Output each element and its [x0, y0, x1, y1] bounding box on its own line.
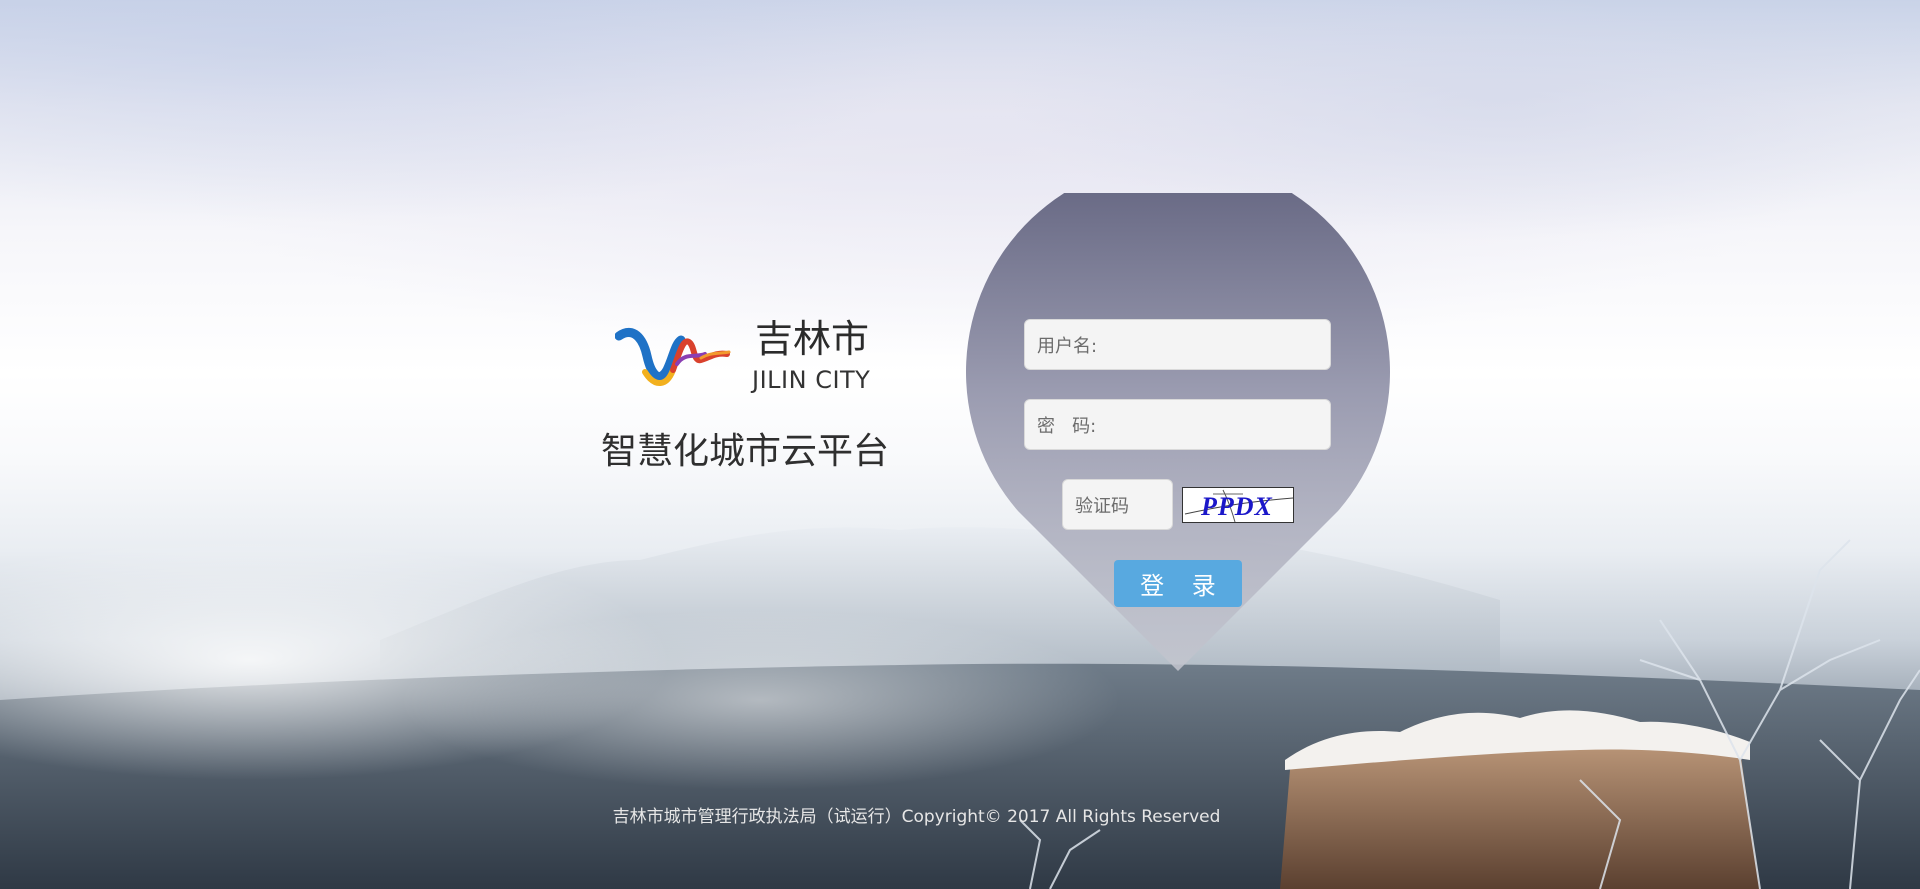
brand-city-name-cn: 吉林市	[755, 317, 870, 361]
username-label: 用户名:	[1037, 335, 1098, 357]
captcha-input[interactable]: 验证码	[1062, 479, 1173, 530]
password-label: 密 码:	[1037, 415, 1097, 437]
captcha-code: PPDX	[1201, 492, 1273, 521]
login-page: 吉林市 JILIN CITY 智慧化城市云平台 用户名: 密 码: 验证码 PP…	[0, 0, 1920, 889]
jilin-city-logo-icon	[615, 327, 731, 386]
copyright-footer: 吉林市城市管理行政执法局（试运行）Copyright© 2017 All Rig…	[612, 807, 1221, 827]
snowy-mountain-background	[0, 527, 1920, 889]
captcha-label: 验证码	[1075, 495, 1129, 517]
brand-city-name-en: JILIN CITY	[752, 366, 871, 394]
password-input[interactable]: 密 码:	[1024, 399, 1331, 450]
platform-title: 智慧化城市云平台	[601, 431, 890, 472]
login-button[interactable]: 登 录	[1114, 560, 1242, 607]
username-input[interactable]: 用户名:	[1024, 319, 1331, 370]
login-form: 用户名: 密 码: 验证码 PPDX 登 录	[966, 193, 1390, 673]
captcha-image[interactable]: PPDX	[1182, 487, 1294, 523]
